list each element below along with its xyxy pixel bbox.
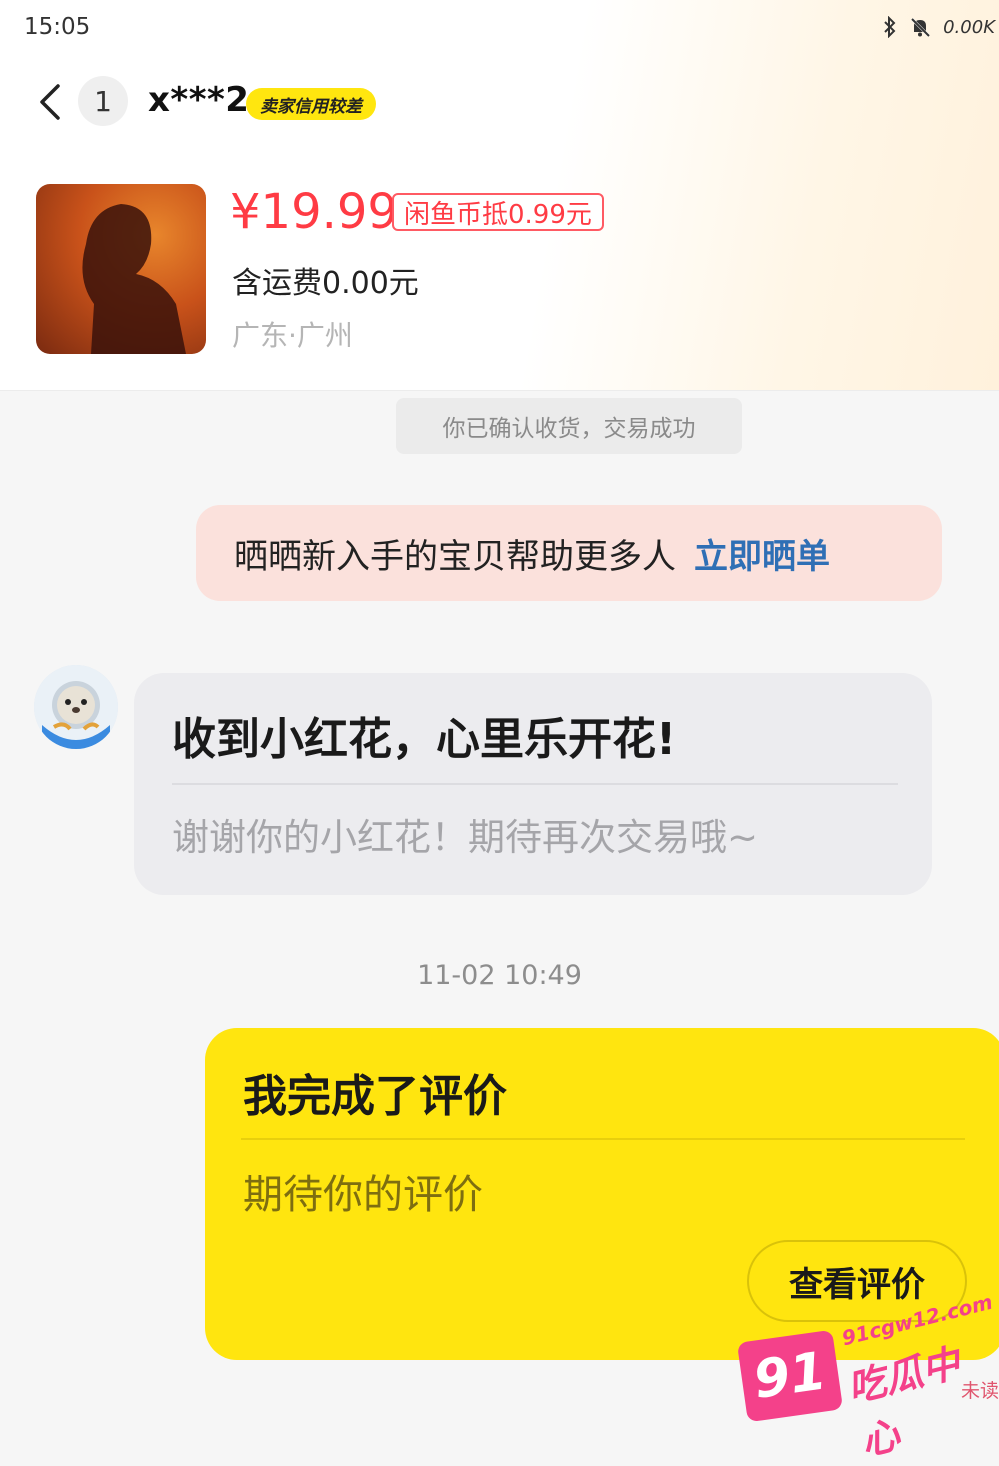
system-message: 你已确认收货，交易成功 <box>396 398 742 454</box>
share-order-link[interactable]: 立即晒单 <box>694 529 830 578</box>
seller-card-title: 收到小红花，心里乐开花! <box>172 714 677 765</box>
seal-mascot-icon <box>34 665 118 749</box>
seller-avatar[interactable] <box>34 665 118 749</box>
unread-count-badge[interactable]: 1 <box>78 76 128 126</box>
status-time: 15:05 <box>24 14 91 40</box>
watermark: 91 91cgw12.com 吃瓜中心 未读 <box>736 1290 999 1464</box>
bluetooth-icon <box>883 16 897 38</box>
seller-message-card: 收到小红花，心里乐开花! 谢谢你的小红花！期待再次交易哦~ <box>134 673 932 895</box>
back-button[interactable] <box>34 80 68 124</box>
seller-card-subtitle: 谢谢你的小红花！期待再次交易哦~ <box>172 816 759 859</box>
mute-bell-icon <box>909 16 931 38</box>
chat-header-area: 15:05 0.00K 1 x***2 卖家信用较差 ¥19.99 闲鱼币抵0.… <box>0 0 999 391</box>
item-location: 广东·广州 <box>232 319 353 352</box>
network-speed: 0.00K <box>943 16 995 38</box>
back-arrow-icon <box>34 84 68 128</box>
silhouette-image <box>82 204 186 354</box>
item-price: ¥19.99 <box>230 184 398 240</box>
item-thumbnail[interactable] <box>36 184 206 354</box>
promo-banner: 晒晒新入手的宝贝帮助更多人 立即晒单 <box>196 505 942 601</box>
coin-discount-tag: 闲鱼币抵0.99元 <box>392 193 604 231</box>
read-status: 未读 <box>960 1380 999 1402</box>
status-icons: 0.00K <box>883 16 995 38</box>
my-card-title: 我完成了评价 <box>243 1071 507 1122</box>
card-divider <box>241 1138 965 1140</box>
my-card-subtitle: 期待你的评价 <box>243 1172 483 1218</box>
credit-badge: 卖家信用较差 <box>246 88 376 120</box>
contact-name[interactable]: x***2 <box>148 80 249 120</box>
message-timestamp: 11-02 10:49 <box>417 960 582 991</box>
card-divider <box>172 783 898 785</box>
promo-text: 晒晒新入手的宝贝帮助更多人 <box>234 536 676 577</box>
watermark-logo: 91 <box>736 1329 844 1423</box>
shipping-fee: 含运费0.00元 <box>232 266 419 301</box>
